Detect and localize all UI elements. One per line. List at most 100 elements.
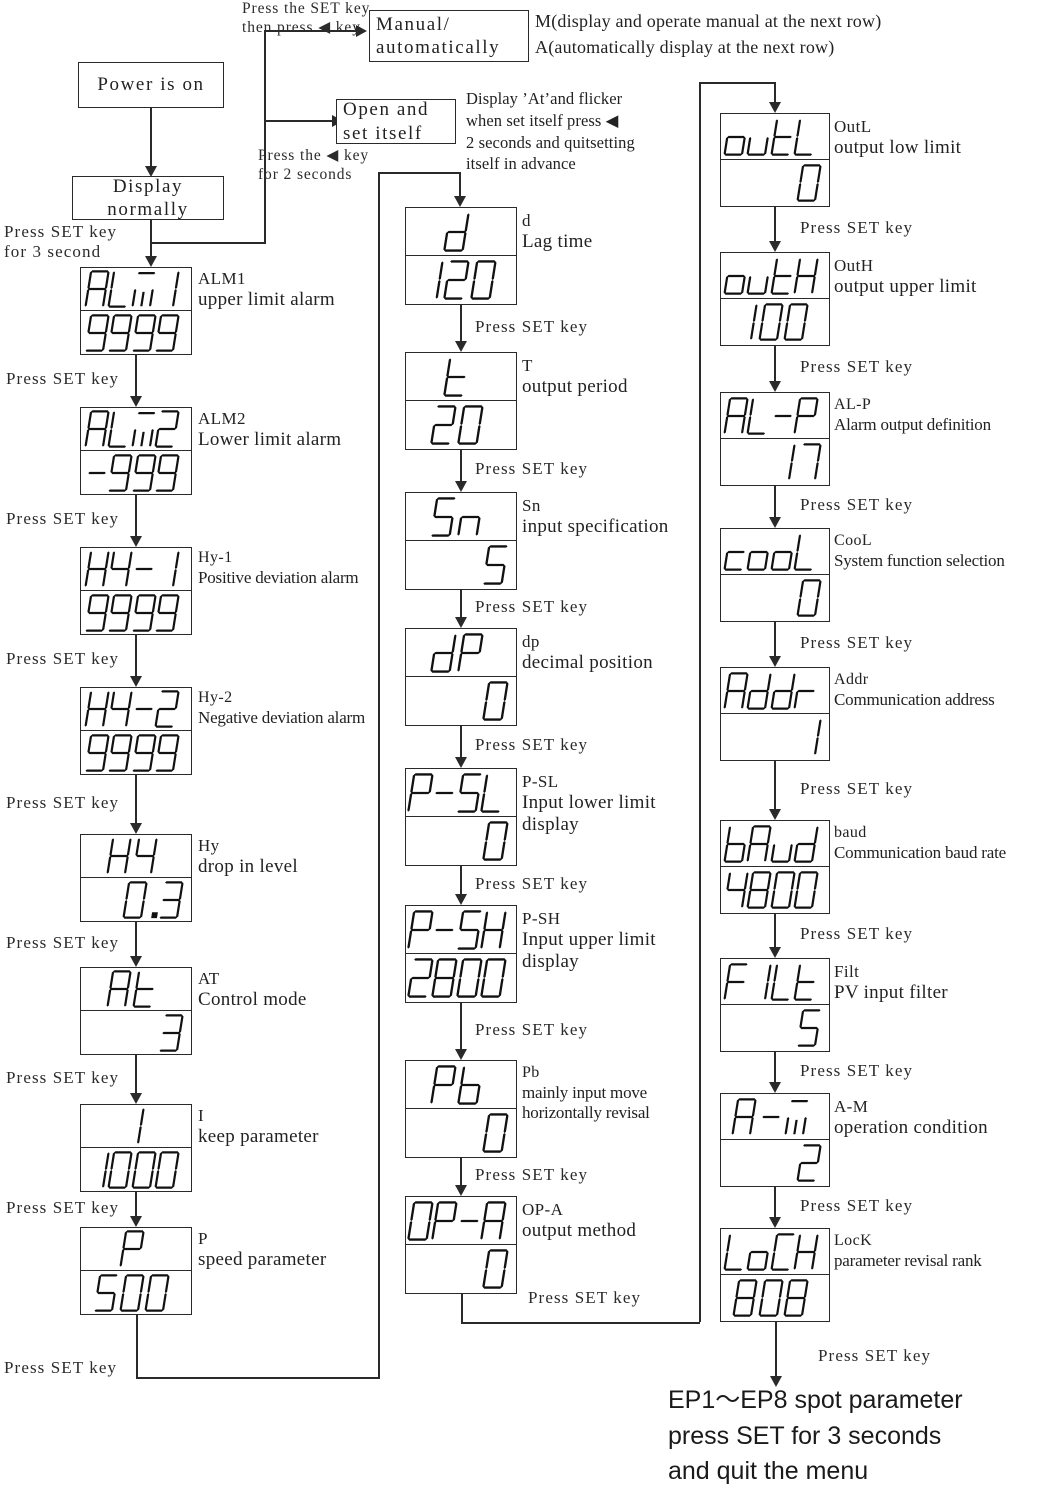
arrow-2-6 [769,1082,781,1093]
param-label-op-a: OP-A output method [522,1200,636,1242]
arrow-0-4 [130,956,142,967]
param-desc: Negative deviation alarm [198,707,366,727]
led-box-pb [405,1060,517,1158]
press-set-caption: Press SET key [6,649,120,668]
param-desc: mainly input move horizontally revisal [522,1082,650,1122]
arrow-2-2 [769,517,781,528]
param-desc: parameter revisal rank [834,1250,982,1270]
led-code [81,1228,191,1271]
param-code: Hy-1 [198,549,233,566]
param-desc: output low limit [834,137,962,159]
param-code: LocK [834,1232,873,1249]
led-code [81,548,191,591]
led-box-al-p [720,392,830,486]
led-code [406,493,516,541]
led-value [406,401,516,449]
press-set-caption: Press SET key [475,873,589,893]
led-code [721,1229,829,1275]
param-code: OutH [834,256,874,275]
led-value [406,541,516,589]
param-label-p-sh: P-SH Input upper limit display [522,909,656,974]
led-value [81,1011,191,1054]
param-label-addr: Addr Communication address [834,671,995,710]
led-value [721,160,829,206]
param-label-hy: Hy drop in level [198,836,298,878]
connector-0-0 [135,355,137,396]
connector-1-0 [460,305,462,341]
route-left-up [378,172,380,1378]
connector-1-4 [460,866,462,894]
connector-2-0 [774,207,776,241]
connector-power-display [150,108,152,166]
param-code: P-SL [522,772,559,791]
press-set-caption: Press SET key [800,357,914,376]
connector-0-5 [135,1055,137,1093]
led-code [721,114,829,160]
press-set-caption: Press SET key [800,632,914,652]
press-set-3s-caption: Press SET key for 3 second [4,222,118,262]
param-code: OutL [834,117,872,136]
press-set-caption: Press SET key [475,459,589,478]
param-code: I [198,1106,205,1125]
led-code [406,353,516,401]
arrow-2-5 [769,947,781,958]
arrow-2-1 [769,381,781,392]
led-code [721,959,829,1005]
led-value [406,1109,516,1157]
arrow-2-0 [769,241,781,252]
arrow-1-2 [455,617,467,628]
connector-1-6 [460,1158,462,1185]
led-box-op-a [405,1196,517,1294]
led-code [721,393,829,439]
param-label-pb: Pb mainly input move horizontally revisal [522,1064,650,1123]
led-code [406,208,516,256]
param-desc: System function selection [834,550,1005,570]
param-code: baud [834,824,867,841]
connector-display-alm1 [150,220,152,256]
led-box-p-sh [405,905,517,1003]
param-code: d [522,211,531,230]
led-box-t [405,352,517,450]
arrow-0-3 [130,823,142,834]
connector-1-2 [460,590,462,617]
connector-0-2 [135,635,137,676]
route-left-right [136,1377,380,1379]
arrow-1-4 [455,894,467,905]
led-box-hy-1 [80,547,192,635]
led-box-at [80,967,192,1055]
led-code [81,688,191,731]
led-box-addr [720,667,830,761]
param-code: Sn [522,496,541,515]
param-label-outh: OutH output upper limit [834,256,977,298]
arrow-0-2 [130,676,142,687]
led-value [81,731,191,774]
led-box-outh [720,252,830,346]
led-box-i [80,1104,192,1192]
led-value [81,591,191,634]
led-value [721,1005,829,1051]
arrow-2-4 [769,809,781,820]
manual-branch-caption: Press the SET key then press ◀ key [242,0,371,36]
param-label-i: Ikeep parameter [198,1106,319,1148]
press-set-caption: Press SET key [800,1195,914,1215]
param-desc: input specification [522,516,669,538]
led-box-p [80,1227,192,1315]
connector-0-3 [135,775,137,823]
param-code: AT [198,969,220,988]
route-mid-up [699,82,701,1322]
led-value [81,311,191,354]
led-box-dp [405,628,517,726]
param-label-a-m: A-M operation condition [834,1097,988,1139]
flowchart-canvas: ALM1 upper limit alarm ALM2 Lower limit ala… [0,0,1050,1485]
param-desc: decimal position [522,652,653,674]
manual-legend: M(display and operate manual at the next… [535,11,882,58]
press-set-caption: Press SET key [475,316,589,336]
arrow-0-1 [130,536,142,547]
param-label-hy-2: Hy-2 Negative deviation alarm [198,689,365,728]
press-set-caption: Press SET key [800,924,914,943]
bus-to-selfset [264,120,332,122]
param-desc: Positive deviation alarm [198,567,359,587]
led-code [81,1105,191,1148]
route-mid-right [461,1322,700,1324]
led-value [721,299,829,345]
